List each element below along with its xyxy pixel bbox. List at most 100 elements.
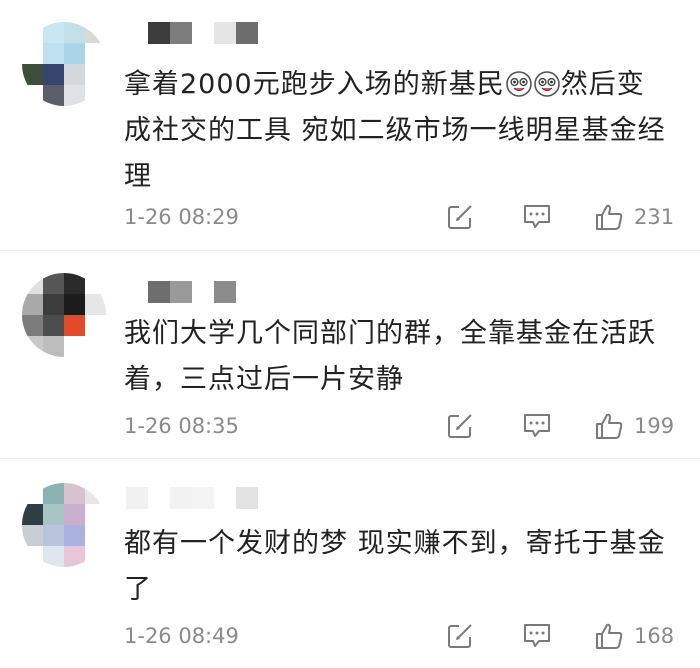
like-count: 199	[634, 414, 675, 438]
avatar-pixel	[85, 336, 106, 357]
avatar-pixel	[22, 85, 43, 106]
comment-meta: 1-26 08:49 168	[124, 621, 678, 651]
avatar-pixel	[22, 273, 43, 294]
avatar-pixel	[64, 273, 85, 294]
avatar-pixel	[85, 546, 106, 567]
thumbs-up-icon	[594, 411, 624, 441]
avatar-pixel	[22, 294, 43, 315]
comment-text: 我们大学几个同部门的群，全靠基金在活跃着，三点过后一片安静	[124, 318, 656, 395]
like-button[interactable]: 168	[594, 621, 678, 651]
comment-item: 拿着2000元跑步入场的新基民 然后变成社交的工具 宛如二级市场一线明星基金经理 …	[0, 0, 700, 250]
avatar-pixel	[85, 64, 106, 85]
name-pixel	[236, 487, 258, 509]
comment-item: 都有一个发财的梦 现实赚不到，寄托于基金了 1-26 08:49 168	[0, 458, 700, 668]
thumbs-up-icon	[594, 202, 624, 232]
like-count: 231	[634, 205, 675, 229]
name-pixel	[170, 22, 192, 44]
name-pixel	[214, 22, 236, 44]
avatar-pixel	[22, 483, 43, 504]
avatar-pixel	[22, 43, 43, 64]
avatar-pixel	[64, 546, 85, 567]
comment-time: 1-26 08:29	[124, 205, 239, 229]
avatar-pixel	[64, 336, 85, 357]
name-pixel	[148, 22, 170, 44]
thumbs-up-icon	[594, 621, 624, 651]
share-edit-icon[interactable]	[446, 622, 474, 650]
name-pixel	[170, 487, 192, 509]
avatar-pixel	[64, 43, 85, 64]
avatar-pixel	[85, 43, 106, 64]
avatar-pixel	[64, 504, 85, 525]
avatar-pixel	[43, 504, 64, 525]
user-name[interactable]	[126, 487, 258, 509]
avatar-pixel	[43, 273, 64, 294]
name-pixel	[214, 487, 236, 509]
avatar-pixel	[85, 315, 106, 336]
avatar-pixel	[64, 315, 85, 336]
avatar-pixel	[85, 525, 106, 546]
avatar-pixel	[22, 315, 43, 336]
name-pixel	[192, 281, 214, 303]
user-name[interactable]	[126, 22, 258, 44]
user-name[interactable]	[126, 281, 258, 303]
comment-text-part: 拿着2000元跑步入场的新基民	[124, 69, 505, 100]
avatar-pixel	[22, 525, 43, 546]
comment-meta: 1-26 08:35 199	[124, 411, 678, 441]
avatar-pixel	[85, 294, 106, 315]
avatar-pixel	[22, 336, 43, 357]
avatar-pixel	[43, 315, 64, 336]
comment-bubble-icon[interactable]	[522, 412, 552, 440]
comment-text: 拿着2000元跑步入场的新基民 然后变成社交的工具 宛如二级市场一线明星基金经理	[124, 62, 666, 200]
avatar[interactable]	[22, 483, 106, 567]
laughing-crying-emoji-icon	[533, 66, 560, 97]
name-pixel	[148, 281, 170, 303]
comment-time: 1-26 08:35	[124, 414, 239, 438]
comment-bubble-icon[interactable]	[522, 622, 552, 650]
avatar-pixel	[43, 85, 64, 106]
avatar-pixel	[64, 22, 85, 43]
avatar-pixel	[43, 336, 64, 357]
avatar-pixel	[22, 22, 43, 43]
name-pixel	[192, 487, 214, 509]
comment-bubble-icon[interactable]	[522, 203, 552, 231]
name-pixel	[126, 22, 148, 44]
like-button[interactable]: 199	[594, 411, 678, 441]
avatar[interactable]	[22, 273, 106, 357]
avatar-pixel	[22, 64, 43, 85]
comment-time: 1-26 08:49	[124, 624, 239, 648]
like-count: 168	[634, 624, 675, 648]
share-edit-icon[interactable]	[446, 412, 474, 440]
avatar-pixel	[85, 483, 106, 504]
avatar-pixel	[43, 483, 64, 504]
avatar-pixel	[64, 483, 85, 504]
avatar-pixel	[64, 525, 85, 546]
name-pixel	[214, 281, 236, 303]
share-edit-icon[interactable]	[446, 203, 474, 231]
avatar-pixel	[43, 546, 64, 567]
avatar-pixel	[22, 504, 43, 525]
avatar-pixel	[64, 64, 85, 85]
avatar-pixel	[43, 64, 64, 85]
avatar-pixel	[85, 22, 106, 43]
avatar-pixel	[43, 525, 64, 546]
like-button[interactable]: 231	[594, 202, 678, 232]
name-pixel	[126, 487, 148, 509]
avatar-pixel	[64, 294, 85, 315]
avatar-pixel	[85, 504, 106, 525]
comment-text: 都有一个发财的梦 现实赚不到，寄托于基金了	[124, 528, 666, 605]
avatar-pixel	[43, 22, 64, 43]
name-pixel	[126, 281, 148, 303]
avatar-pixel	[22, 546, 43, 567]
avatar-pixel	[43, 294, 64, 315]
name-pixel	[236, 22, 258, 44]
name-pixel	[170, 281, 192, 303]
avatar-pixel	[85, 85, 106, 106]
avatar-pixel	[43, 43, 64, 64]
name-pixel	[192, 22, 214, 44]
avatar-pixel	[64, 85, 85, 106]
comment-meta: 1-26 08:29 231	[124, 202, 678, 232]
avatar[interactable]	[22, 22, 106, 106]
name-pixel	[148, 487, 170, 509]
comment-item: 我们大学几个同部门的群，全靠基金在活跃着，三点过后一片安静 1-26 08:35…	[0, 250, 700, 458]
avatar-pixel	[85, 273, 106, 294]
